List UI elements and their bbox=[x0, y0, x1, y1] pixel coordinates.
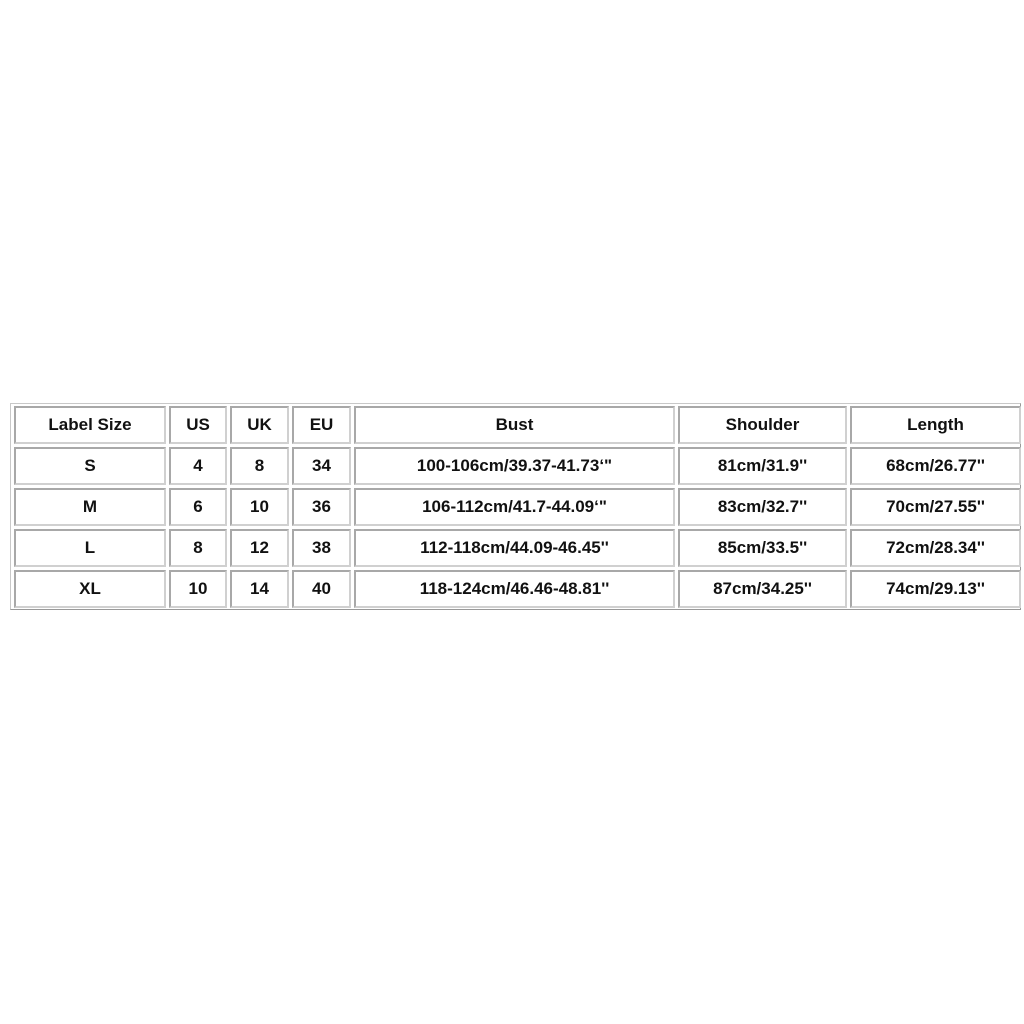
cell-bust: 112-118cm/44.09-46.45'' bbox=[354, 529, 675, 567]
cell-length: 68cm/26.77'' bbox=[850, 447, 1021, 485]
cell-bust: 118-124cm/46.46-48.81'' bbox=[354, 570, 675, 608]
cell-us: 10 bbox=[169, 570, 227, 608]
cell-eu: 36 bbox=[292, 488, 351, 526]
cell-bust: 100-106cm/39.37-41.73‘" bbox=[354, 447, 675, 485]
cell-length: 70cm/27.55'' bbox=[850, 488, 1021, 526]
cell-length: 72cm/28.34'' bbox=[850, 529, 1021, 567]
cell-shoulder: 83cm/32.7'' bbox=[678, 488, 847, 526]
header-us: US bbox=[169, 406, 227, 444]
header-label-size: Label Size bbox=[14, 406, 166, 444]
cell-eu: 34 bbox=[292, 447, 351, 485]
cell-shoulder: 81cm/31.9'' bbox=[678, 447, 847, 485]
header-bust: Bust bbox=[354, 406, 675, 444]
cell-length: 74cm/29.13'' bbox=[850, 570, 1021, 608]
header-uk: UK bbox=[230, 406, 289, 444]
cell-uk: 10 bbox=[230, 488, 289, 526]
cell-shoulder: 87cm/34.25'' bbox=[678, 570, 847, 608]
cell-us: 6 bbox=[169, 488, 227, 526]
cell-label-size: L bbox=[14, 529, 166, 567]
cell-us: 4 bbox=[169, 447, 227, 485]
header-eu: EU bbox=[292, 406, 351, 444]
cell-uk: 12 bbox=[230, 529, 289, 567]
size-chart-table: Label Size US UK EU Bust Shoulder Length S 4 8 34 1… bbox=[10, 403, 1021, 610]
cell-shoulder: 85cm/33.5'' bbox=[678, 529, 847, 567]
cell-uk: 8 bbox=[230, 447, 289, 485]
header-length: Length bbox=[850, 406, 1021, 444]
cell-label-size: XL bbox=[14, 570, 166, 608]
header-shoulder: Shoulder bbox=[678, 406, 847, 444]
cell-uk: 14 bbox=[230, 570, 289, 608]
cell-eu: 38 bbox=[292, 529, 351, 567]
cell-bust: 106-112cm/41.7-44.09‘" bbox=[354, 488, 675, 526]
cell-eu: 40 bbox=[292, 570, 351, 608]
cell-label-size: S bbox=[14, 447, 166, 485]
cell-us: 8 bbox=[169, 529, 227, 567]
cell-label-size: M bbox=[14, 488, 166, 526]
